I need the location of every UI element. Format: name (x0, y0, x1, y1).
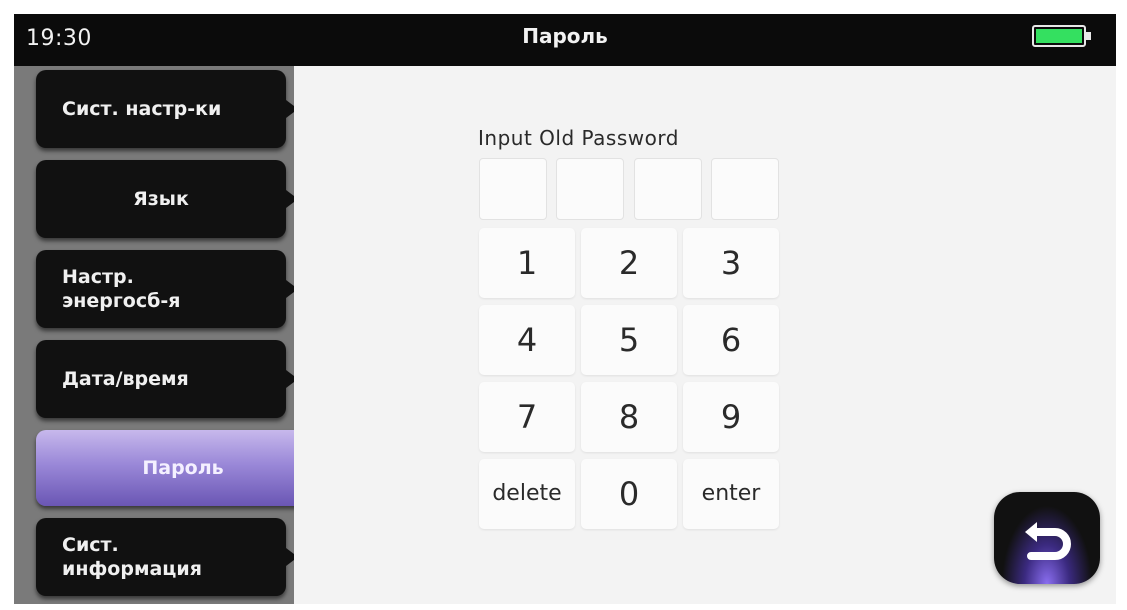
key-2[interactable]: 2 (581, 228, 677, 298)
key-0[interactable]: 0 (581, 459, 677, 529)
delete-button[interactable]: delete (479, 459, 575, 529)
status-bar: 19:30 Пароль (14, 14, 1116, 66)
key-6[interactable]: 6 (683, 305, 779, 375)
sidebar-item-password[interactable]: Пароль (36, 430, 330, 506)
sidebar-item-date-time[interactable]: Дата/время (36, 340, 298, 418)
password-prompt: Input Old Password (478, 126, 679, 150)
device-screen: 19:30 Пароль Сист. настр-ки Язык Настр. … (14, 14, 1116, 604)
key-7[interactable]: 7 (479, 382, 575, 452)
sidebar-item-system-settings[interactable]: Сист. настр-ки (36, 70, 298, 148)
key-8[interactable]: 8 (581, 382, 677, 452)
return-arrow-icon (1025, 522, 1071, 560)
battery-full-icon (1032, 25, 1091, 47)
sidebar-item-label: Сист. информация (62, 534, 202, 580)
sidebar-item-label: Сист. настр-ки (62, 98, 222, 120)
key-9[interactable]: 9 (683, 382, 779, 452)
password-panel: Input Old Password 1 2 3 4 5 6 7 8 9 del… (294, 66, 1116, 604)
key-4[interactable]: 4 (479, 305, 575, 375)
pin-digit-box (556, 158, 624, 220)
key-1[interactable]: 1 (479, 228, 575, 298)
pin-digit-box (479, 158, 547, 220)
pin-digit-box (711, 158, 779, 220)
sidebar-item-label: Пароль (142, 457, 224, 479)
key-3[interactable]: 3 (683, 228, 779, 298)
back-button[interactable] (994, 492, 1100, 584)
sidebar-item-label: Дата/время (62, 368, 189, 390)
sidebar-item-language[interactable]: Язык (36, 160, 298, 238)
sidebar-item-power-saving[interactable]: Настр. энергосб-я (36, 250, 298, 328)
page-title: Пароль (522, 24, 608, 48)
sidebar-item-label: Настр. энергосб-я (62, 266, 181, 312)
sidebar-item-system-info[interactable]: Сист. информация (36, 518, 298, 596)
pin-digit-box (634, 158, 702, 220)
sidebar-item-label: Язык (133, 188, 189, 210)
settings-sidebar: Сист. настр-ки Язык Настр. энергосб-я Да… (14, 66, 330, 604)
enter-button[interactable]: enter (683, 459, 779, 529)
key-5[interactable]: 5 (581, 305, 677, 375)
